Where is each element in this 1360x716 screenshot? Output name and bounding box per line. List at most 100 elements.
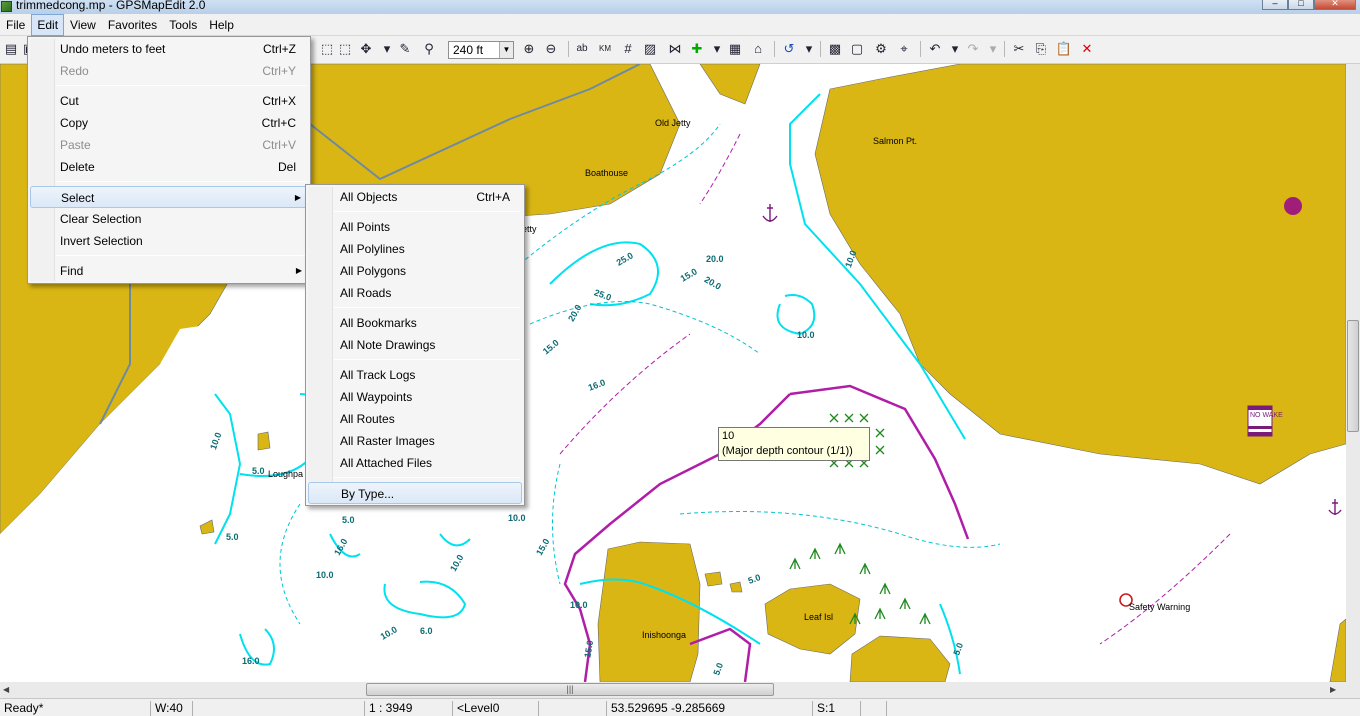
status-coordinates: 53.529695 -9.285669 xyxy=(606,701,812,716)
zoom-out-icon[interactable]: ⊖ xyxy=(542,40,560,58)
label-icon[interactable]: ab xyxy=(573,40,591,58)
menu-favorites[interactable]: Favorites xyxy=(102,14,163,36)
place-label-leaf-isl: Leaf Isl xyxy=(804,612,834,622)
undo-icon[interactable]: ↶ xyxy=(926,40,944,58)
place-label-safety-warning: Safety Warning xyxy=(1129,602,1191,612)
depth-label: 5.0 xyxy=(342,515,355,525)
properties-icon[interactable]: ▦ xyxy=(726,40,744,58)
submenu-arrow-icon: ▶ xyxy=(295,266,302,275)
menu-undo[interactable]: Undo meters to feet Ctrl+Z xyxy=(30,38,308,60)
menu-tools[interactable]: Tools xyxy=(163,14,203,36)
menu-all-polygons[interactable]: All Polygons xyxy=(308,260,522,282)
depth-label: 6.0 xyxy=(420,626,433,636)
menu-delete[interactable]: Delete Del xyxy=(30,156,308,178)
menu-all-polylines[interactable]: All Polylines xyxy=(308,238,522,260)
cut-icon[interactable]: ✂ xyxy=(1010,40,1028,58)
menu-all-attached-files[interactable]: All Attached Files xyxy=(308,452,522,474)
select-icon[interactable]: ⬚ xyxy=(318,40,336,58)
menu-all-note-drawings[interactable]: All Note Drawings xyxy=(308,334,522,356)
delete-icon[interactable]: ✕ xyxy=(1078,40,1096,58)
dropdown2-icon[interactable]: ▾ xyxy=(708,40,726,58)
place-label-loughpa: Loughpa xyxy=(268,469,304,479)
tooltip-value: 10 xyxy=(722,430,735,442)
place-label-inishoonga: Inishoonga xyxy=(642,630,687,640)
menu-clear-selection[interactable]: Clear Selection xyxy=(30,208,308,230)
menu-redo[interactable]: Redo Ctrl+Y xyxy=(30,60,308,82)
menu-bar: File Edit View Favorites Tools Help xyxy=(0,14,1360,36)
chevron-down-icon[interactable]: ▼ xyxy=(499,42,513,58)
menu-all-routes[interactable]: All Routes xyxy=(308,408,522,430)
status-empty-3 xyxy=(860,701,886,716)
hatch-icon[interactable]: ▨ xyxy=(641,40,659,58)
select-submenu: All Objects Ctrl+A All Points All Polylin… xyxy=(305,184,525,506)
menu-all-raster-images[interactable]: All Raster Images xyxy=(308,430,522,452)
minimize-button[interactable]: – xyxy=(1262,0,1288,10)
status-text: Ready* xyxy=(4,701,44,715)
menu-all-track-logs[interactable]: All Track Logs xyxy=(308,364,522,386)
menu-file[interactable]: File xyxy=(0,14,31,36)
menu-edit[interactable]: Edit xyxy=(31,14,65,36)
add-node-icon[interactable]: ✚ xyxy=(688,40,706,58)
scale-value: 240 ft xyxy=(453,43,484,57)
menu-view[interactable]: View xyxy=(64,14,102,36)
menu-cut[interactable]: Cut Ctrl+X xyxy=(30,90,308,112)
place-label-old-jetty: Old Jetty xyxy=(655,118,691,128)
app-icon xyxy=(1,1,12,12)
building-icon[interactable]: ⌂ xyxy=(749,40,767,58)
redo-icon[interactable]: ↷ xyxy=(964,40,982,58)
menu-all-points[interactable]: All Points xyxy=(308,216,522,238)
scroll-left-icon[interactable]: ◀ xyxy=(3,685,9,694)
rotate-icon[interactable]: ↺ xyxy=(780,40,798,58)
undo-dropdown-icon[interactable]: ▾ xyxy=(946,40,964,58)
open-icon[interactable]: ▤ xyxy=(2,40,20,58)
node-icon[interactable]: ⋈ xyxy=(666,40,684,58)
status-scale: 1 : 3949 xyxy=(364,701,452,716)
status-empty-2 xyxy=(538,701,606,716)
grid-icon[interactable]: # xyxy=(619,40,637,58)
menu-find[interactable]: Find ▶ xyxy=(30,260,308,282)
menu-all-bookmarks[interactable]: All Bookmarks xyxy=(308,312,522,334)
dropdown3-icon[interactable]: ▾ xyxy=(800,40,818,58)
window-controls: – □ ✕ xyxy=(1262,0,1356,10)
zoom-in-icon[interactable]: ⊕ xyxy=(520,40,538,58)
depth-label: 10.0 xyxy=(570,600,588,610)
maximize-button[interactable]: □ xyxy=(1288,0,1314,10)
paste-icon[interactable]: 📋 xyxy=(1055,40,1073,58)
status-level: <Level0 xyxy=(452,701,538,716)
vertical-scrollbar[interactable] xyxy=(1346,64,1360,682)
menu-all-roads[interactable]: All Roads xyxy=(308,282,522,304)
menu-select[interactable]: Select ▶ xyxy=(30,186,308,208)
menu-paste[interactable]: Paste Ctrl+V xyxy=(30,134,308,156)
menu-invert-selection[interactable]: Invert Selection xyxy=(30,230,308,252)
menu-help[interactable]: Help xyxy=(203,14,240,36)
vertical-scroll-thumb[interactable] xyxy=(1347,320,1359,432)
horizontal-scroll-thumb[interactable]: ||| xyxy=(366,683,774,696)
raster-icon[interactable]: ▩ xyxy=(826,40,844,58)
status-empty-1 xyxy=(192,701,364,716)
copy-icon[interactable]: ⎘ xyxy=(1032,40,1050,58)
scale-combobox[interactable]: 240 ft ▼ xyxy=(448,41,514,59)
boat-marker-icon xyxy=(1284,197,1302,215)
page-icon[interactable]: ▢ xyxy=(848,40,866,58)
submenu-arrow-icon: ▶ xyxy=(294,193,301,202)
edit-menu: Undo meters to feet Ctrl+Z Redo Ctrl+Y Cut… xyxy=(27,36,311,284)
km-icon[interactable]: KM xyxy=(596,40,614,58)
menu-all-waypoints[interactable]: All Waypoints xyxy=(308,386,522,408)
menu-by-type[interactable]: By Type... xyxy=(308,482,522,504)
move-icon[interactable]: ✥ xyxy=(357,40,375,58)
window-title: trimmedcong.mp - GPSMapEdit 2.0 xyxy=(16,0,206,12)
menu-all-objects[interactable]: All Objects Ctrl+A xyxy=(308,186,522,208)
filter-icon[interactable]: ⚙ xyxy=(872,40,890,58)
close-button[interactable]: ✕ xyxy=(1314,0,1356,10)
measure-icon[interactable]: ⚲ xyxy=(420,40,438,58)
horizontal-scrollbar[interactable]: ◀ ||| ▶ xyxy=(0,682,1346,698)
pen-icon[interactable]: ✎ xyxy=(396,40,414,58)
scroll-corner xyxy=(1346,682,1360,698)
redo-dropdown-icon[interactable]: ▾ xyxy=(984,40,1002,58)
menu-copy[interactable]: Copy Ctrl+C xyxy=(30,112,308,134)
dropdown-icon[interactable]: ▾ xyxy=(378,40,396,58)
select-area-icon[interactable]: ⬚ xyxy=(336,40,354,58)
scroll-right-icon[interactable]: ▶ xyxy=(1330,685,1336,694)
gps-icon[interactable]: ⌖ xyxy=(895,40,913,58)
depth-label: 16.0 xyxy=(242,656,260,666)
